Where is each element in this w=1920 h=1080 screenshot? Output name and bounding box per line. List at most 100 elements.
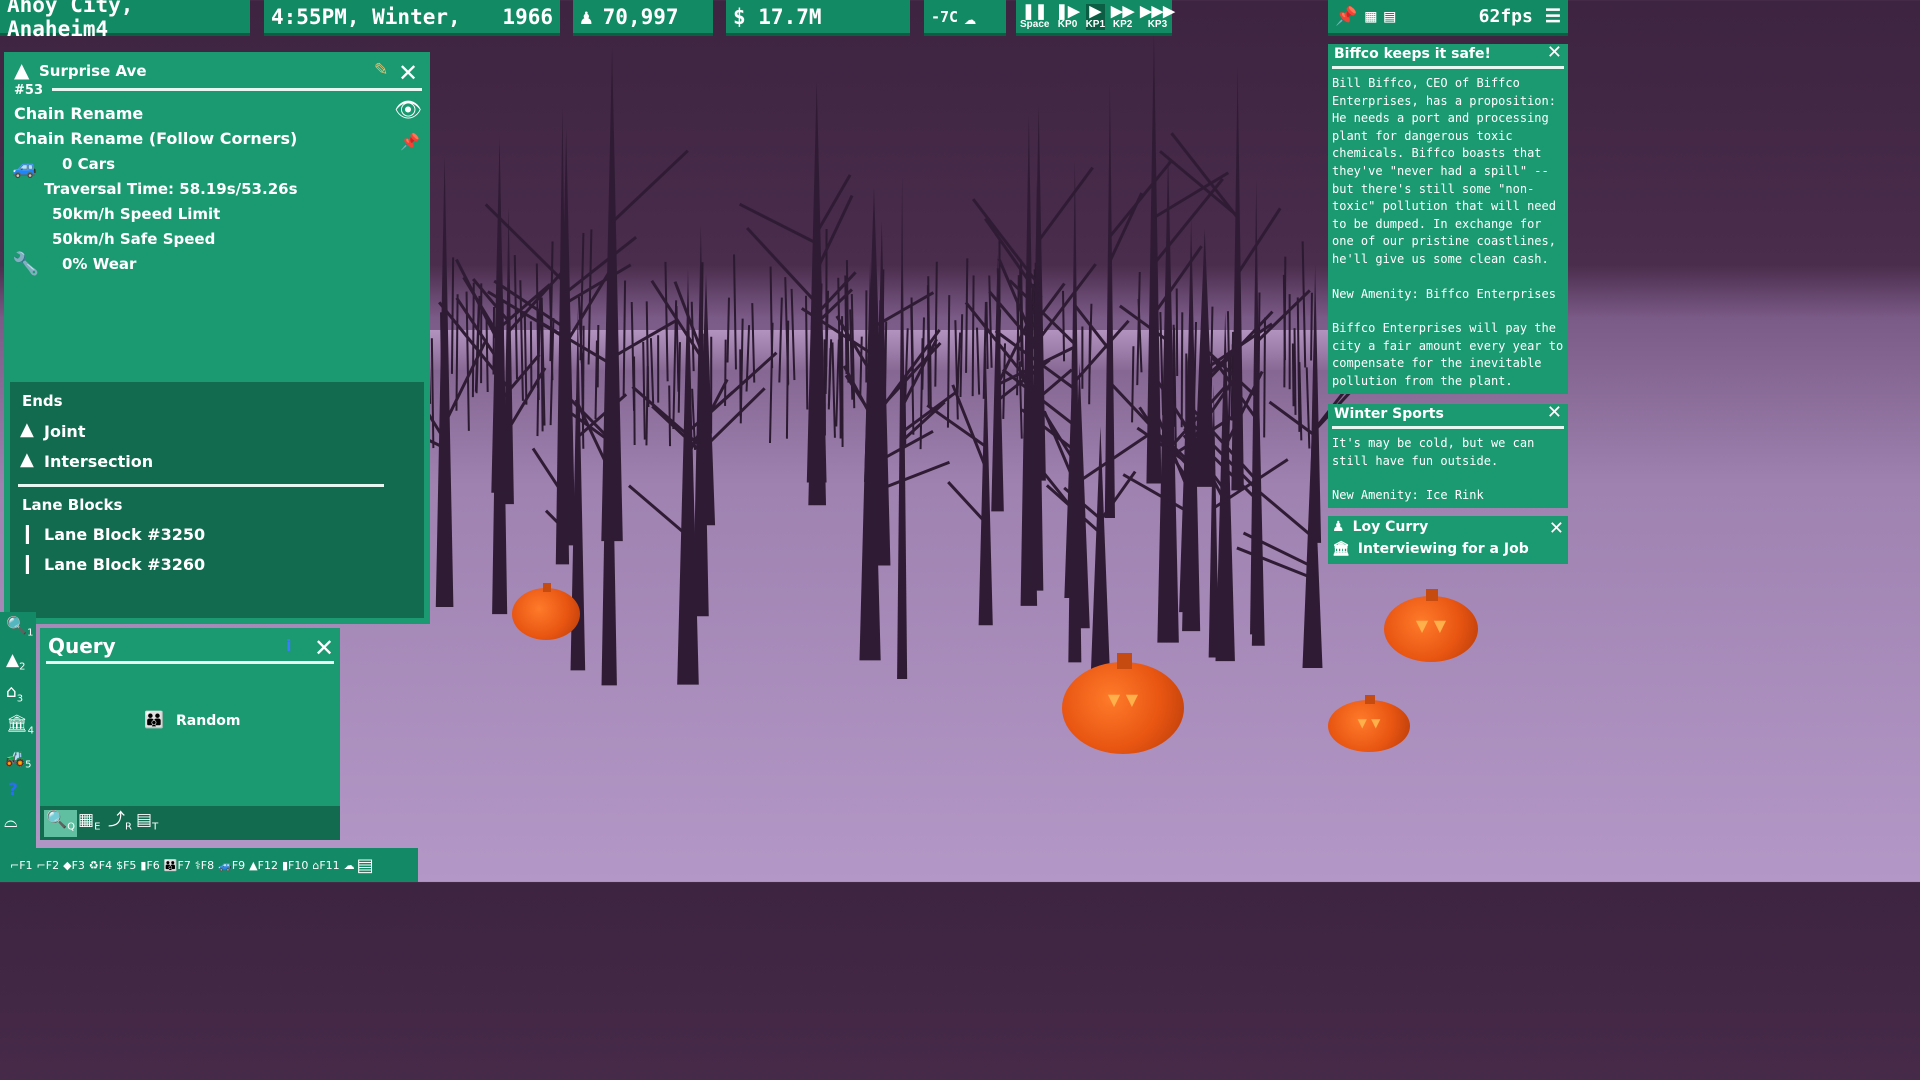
weather-box[interactable]: -7C ☁: [924, 0, 1006, 36]
ends-title: Ends: [22, 392, 63, 410]
road-name[interactable]: Surprise Ave: [39, 62, 147, 80]
tool-health-button[interactable]: ⚕F8: [195, 859, 216, 872]
chat-icon[interactable]: ▤: [357, 855, 374, 876]
tool-tower2-button[interactable]: ▮F10: [282, 859, 310, 872]
tool-tower-button[interactable]: ▮F6: [140, 859, 161, 872]
person-notice[interactable]: ♟ Loy Curry 🏛 Interviewing for a Job ✕: [1328, 516, 1568, 564]
news-title: Winter Sports: [1334, 406, 1444, 422]
grid-icon[interactable]: ▦E: [78, 811, 100, 835]
magnifier-icon[interactable]: 🔍Q: [44, 810, 78, 838]
road-icon[interactable]: ▲2: [6, 651, 25, 675]
tool-recycle-button[interactable]: ♻F4: [89, 859, 114, 872]
fps-counter: 62fps: [1478, 6, 1533, 27]
bottom-toolbar: ⌐F1 ⌐F2 ◆F3 ♻F4 $F5 ▮F6 👪F7 ⚕F8 🚙F9 ▲F12…: [0, 848, 418, 882]
news-card: Biffco keeps it safe! ✕ Bill Biffco, CEO…: [1328, 44, 1568, 394]
snow-cloud-icon: ☁: [964, 4, 977, 29]
money-box[interactable]: $ 17.7M: [726, 0, 910, 36]
info-icon[interactable]: i: [286, 636, 291, 655]
close-icon[interactable]: ✕: [1547, 404, 1562, 422]
end-intersection[interactable]: Intersection: [44, 452, 153, 471]
date-box: 4:55PM, Winter, 1966: [264, 0, 560, 36]
traversal-time: Traversal Time: 58.19s/53.26s: [44, 180, 298, 198]
person-name: Loy Curry: [1352, 519, 1429, 535]
left-toolbar: 🔍1 ▲2 ⌂3 🏛4 🚜5 ? ⌓: [0, 612, 36, 848]
pause-button[interactable]: ❚❚ Space: [1020, 4, 1049, 30]
query-tabs: 🔍Q ▦E ⤴R ▤T: [40, 806, 340, 840]
lane-icon: ▎: [26, 555, 39, 574]
route-icon[interactable]: ⤴R: [108, 811, 132, 835]
ends-section: Ends ▲ Joint ▲ Intersection Lane Blocks …: [10, 382, 424, 618]
pumpkin[interactable]: ▼ ▼: [1328, 694, 1410, 752]
road-info-panel: ▲ #53 Surprise Ave ✎ ✕ Chain Rename 👁 Ch…: [4, 52, 430, 624]
tool-house-button[interactable]: ⌂F11: [312, 859, 341, 872]
magnifier-icon[interactable]: 🔍1: [6, 617, 34, 641]
house-icon[interactable]: ⌂3: [6, 683, 23, 707]
pin-icon[interactable]: 📌: [400, 132, 420, 151]
city-name-box[interactable]: Ahoy City, Anaheim4: [0, 0, 250, 41]
help-icon[interactable]: ?: [8, 782, 18, 799]
family-icon: 👪: [144, 710, 164, 729]
cloud-icon[interactable]: ☁: [344, 859, 355, 872]
news-paragraph: Bill Biffco, CEO of Biffco Enterprises, …: [1332, 76, 1556, 266]
building-icon: 🏛: [1332, 541, 1350, 557]
close-icon[interactable]: ✕: [1549, 518, 1564, 540]
city-name: Ahoy City, Anaheim4: [7, 0, 134, 41]
car-icon: 🚙: [12, 155, 37, 179]
speed-controls: ❚❚ Space ❚▶ KP0 ▶ KP1 ▶▶ KP2 ▶▶▶ KP3: [1016, 0, 1175, 36]
road-number: #53: [14, 83, 43, 98]
tool-budget-button[interactable]: $F5: [116, 859, 138, 872]
pumpkin[interactable]: [512, 582, 580, 640]
top-right-tools: 📌 ▦ ▤ 62fps ☰: [1328, 0, 1568, 36]
tool-pipe-button[interactable]: ⌐F2: [37, 859, 62, 872]
wrench-icon: 🔧: [12, 252, 40, 277]
play-button[interactable]: ▶ KP1: [1085, 3, 1106, 30]
lane-block-item[interactable]: Lane Block #3250: [44, 525, 205, 544]
fastest-icon: ▶▶▶: [1140, 2, 1175, 20]
tool-people-button[interactable]: 👪F7: [164, 859, 193, 872]
grid-icon[interactable]: ▦: [1365, 6, 1376, 27]
pin-icon[interactable]: 📌: [1335, 6, 1357, 27]
building-icon[interactable]: 🏛4: [6, 715, 34, 739]
pumpkin[interactable]: ▼ ▼: [1384, 589, 1478, 662]
pencil-icon[interactable]: ✎: [374, 60, 388, 80]
newspaper-icon[interactable]: ▤: [1384, 6, 1395, 27]
chain-rename-corners-button[interactable]: Chain Rename (Follow Corners): [14, 129, 297, 148]
tool-car-button[interactable]: 🚙F9: [218, 859, 247, 872]
close-icon[interactable]: ✕: [314, 636, 334, 660]
bulldozer-icon[interactable]: 🚜5: [4, 749, 32, 773]
step-button[interactable]: ❚▶ KP0: [1055, 4, 1079, 30]
title-divider: [52, 88, 422, 91]
road-sign-icon: ▲: [14, 58, 30, 82]
bridge-icon[interactable]: ⌓: [4, 814, 17, 831]
wear: 0% Wear: [62, 255, 137, 273]
close-icon[interactable]: ✕: [398, 61, 418, 85]
fast-button[interactable]: ▶▶ KP2: [1111, 4, 1134, 30]
end-joint[interactable]: Joint: [44, 422, 85, 441]
tool-road-sign-button[interactable]: ▲F12: [249, 859, 280, 872]
population-box[interactable]: ♟ 70,997: [573, 0, 713, 36]
money: $ 17.7M: [733, 4, 822, 29]
road-sign-icon: ▲: [20, 419, 34, 440]
close-icon[interactable]: ✕: [1547, 44, 1562, 62]
news-title: Biffco keeps it safe!: [1334, 46, 1491, 62]
section-divider: [18, 484, 384, 487]
pumpkin[interactable]: ▼ ▼: [1062, 652, 1184, 754]
news-paragraph: Biffco Enterprises will pay the city a f…: [1332, 321, 1564, 388]
news-card: Winter Sports ✕ It's may be cold, but we…: [1328, 404, 1568, 508]
query-panel: Query i ✕ 👪 Random 🔍Q ▦E ⤴R ▤T: [40, 628, 340, 840]
lane-blocks-title: Lane Blocks: [22, 496, 123, 514]
chain-rename-button[interactable]: Chain Rename: [14, 104, 143, 123]
menu-icon[interactable]: ☰: [1545, 6, 1561, 27]
car-count: 0 Cars: [62, 155, 116, 173]
text-icon[interactable]: ▤T: [136, 811, 158, 835]
road-sign-icon: ▲: [20, 449, 34, 470]
lane-block-item[interactable]: Lane Block #3260: [44, 555, 205, 574]
fastest-button[interactable]: ▶▶▶ KP3: [1140, 4, 1175, 30]
tool-zone-button[interactable]: ◆F3: [63, 859, 87, 872]
query-mode[interactable]: Random: [176, 713, 240, 729]
speed-limit: 50km/h Speed Limit: [52, 205, 221, 223]
tool-road-button[interactable]: ⌐F1: [10, 859, 35, 872]
pause-icon: ❚❚: [1022, 2, 1048, 20]
eye-icon[interactable]: 👁: [394, 98, 422, 123]
news-paragraph: New Amenity: Ice Rink: [1332, 488, 1484, 503]
